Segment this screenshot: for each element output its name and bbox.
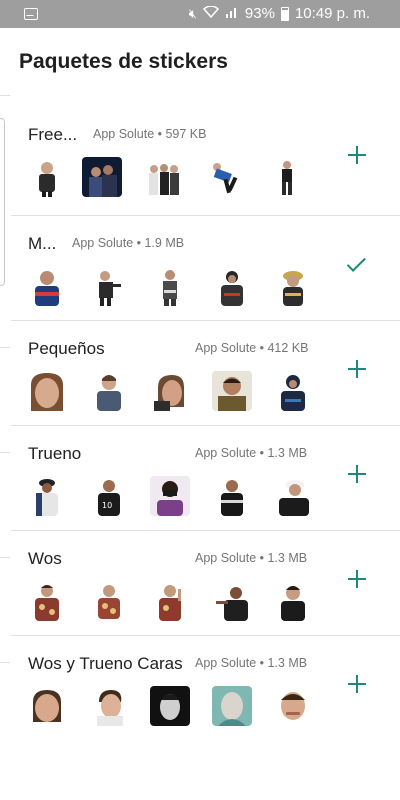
sticker-thumbnail xyxy=(89,371,129,411)
sticker-thumbnail xyxy=(27,157,67,197)
status-bar: 🔇︎ 93% 10:49 p. m. xyxy=(0,0,400,28)
sticker-thumbnail xyxy=(27,476,67,516)
pack-title: M... xyxy=(28,234,57,253)
add-pack-button[interactable] xyxy=(345,143,369,167)
edge-divider xyxy=(0,347,10,348)
add-pack-button[interactable] xyxy=(345,672,369,696)
pack-title: Wos y Trueno Caras xyxy=(28,654,183,673)
sticker-thumbnail xyxy=(150,266,190,306)
sticker-thumbnail xyxy=(89,581,129,621)
sticker-thumbnail xyxy=(89,266,129,306)
sticker-thumbnail xyxy=(212,476,252,516)
add-pack-button[interactable] xyxy=(345,462,369,486)
sticker-thumbnail xyxy=(27,581,67,621)
sticker-thumbnail xyxy=(273,371,313,411)
pack-meta: App Solute • 1.3 MB xyxy=(195,551,308,565)
edge-divider xyxy=(0,452,10,453)
sticker-pack-row[interactable]: Wos App Solute • 1.3 MB xyxy=(11,530,400,635)
side-panel-handle[interactable] xyxy=(0,118,5,286)
edge-divider xyxy=(0,557,10,558)
sticker-thumbnail xyxy=(27,371,67,411)
sticker-pack-row[interactable]: Wos y Trueno Caras App Solute • 1.3 MB xyxy=(11,635,400,740)
app-notification-icon xyxy=(24,8,38,20)
pack-meta: App Solute • 1.3 MB xyxy=(195,656,308,670)
sticker-thumbnail xyxy=(27,266,67,306)
add-pack-button[interactable] xyxy=(345,357,369,381)
sticker-thumbnail xyxy=(267,157,307,197)
svg-text:10: 10 xyxy=(102,501,112,510)
battery-percent: 93% xyxy=(244,5,275,22)
clock: 10:49 p. m. xyxy=(294,5,370,22)
edge-divider xyxy=(0,662,10,663)
status-icons: 🔇︎ 93% 10:49 p. m. xyxy=(188,4,370,22)
sticker-thumbnail xyxy=(144,157,184,197)
sticker-thumbnail xyxy=(212,266,252,306)
sticker-thumbnail xyxy=(212,581,252,621)
sticker-thumbnail xyxy=(150,476,190,516)
sticker-thumbnail xyxy=(27,686,67,726)
sticker-thumbnail xyxy=(82,157,122,197)
check-icon xyxy=(346,252,366,272)
page-title: Paquetes de stickers xyxy=(19,50,228,73)
sticker-thumbnail xyxy=(150,371,190,411)
sticker-thumbnail xyxy=(150,686,190,726)
pack-title: Trueno xyxy=(28,444,82,463)
mute-icon: 🔇︎ xyxy=(188,5,197,21)
signal-icon xyxy=(225,6,239,22)
sticker-pack-row[interactable]: M... App Solute • 1.9 MB xyxy=(11,215,400,320)
added-check-icon xyxy=(345,252,369,276)
sticker-thumbnail xyxy=(212,371,252,411)
sticker-pack-row[interactable]: Trueno App Solute • 1.3 MB 10 xyxy=(11,425,400,530)
sticker-thumbnail xyxy=(273,686,313,726)
pack-meta: App Solute • 1.3 MB xyxy=(195,446,308,460)
app-header: Paquetes de stickers xyxy=(0,28,400,88)
sticker-thumbnail xyxy=(273,266,313,306)
pack-title: Pequeños xyxy=(28,339,105,358)
edge-divider xyxy=(0,95,10,96)
pack-title: Wos xyxy=(28,549,62,568)
wifi-icon xyxy=(202,4,219,22)
sticker-thumbnail xyxy=(89,686,129,726)
sticker-pack-list: Free... App Solute • 597 KB M... App Sol… xyxy=(11,107,400,740)
sticker-thumbnail xyxy=(273,581,313,621)
pack-title: Free... xyxy=(28,125,78,144)
add-pack-button[interactable] xyxy=(345,567,369,591)
sticker-thumbnail xyxy=(273,476,313,516)
pack-meta: App Solute • 412 KB xyxy=(195,341,309,355)
sticker-thumbnail: 10 xyxy=(89,476,129,516)
sticker-pack-row[interactable]: Pequeños App Solute • 412 KB xyxy=(11,320,400,425)
pack-meta: App Solute • 1.9 MB xyxy=(72,236,185,250)
sticker-thumbnail xyxy=(150,581,190,621)
pack-meta: App Solute • 597 KB xyxy=(93,127,207,141)
sticker-pack-row[interactable]: Free... App Solute • 597 KB xyxy=(11,107,400,215)
battery-icon xyxy=(280,6,289,21)
sticker-thumbnail xyxy=(212,686,252,726)
sticker-thumbnail xyxy=(205,157,245,197)
